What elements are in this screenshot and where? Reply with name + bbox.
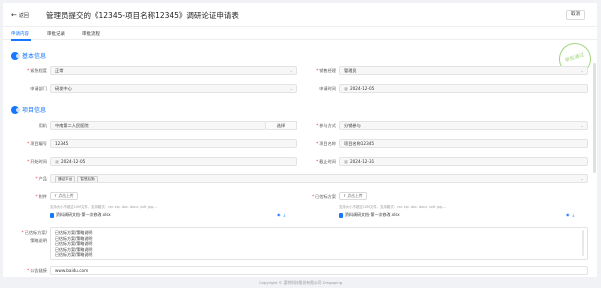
tab-application-content[interactable]: 申请内容	[11, 31, 29, 37]
calendar-icon: ▦	[55, 159, 59, 164]
tab-approval-flow[interactable]: 审批流程	[82, 31, 100, 37]
link-field[interactable]: www.baidu.com	[50, 266, 588, 275]
footer-copyright: Copyright © 惠特科技股份有限公司 Dingoping	[258, 280, 343, 285]
attach-label: *附件	[35, 194, 47, 199]
attach-hint: 支持大小不超过10M文件，支持格式：rar. zip. doc. docx. p…	[50, 205, 158, 209]
back-arrow-icon: ←	[11, 11, 17, 19]
section-basic-info: 基本信息	[11, 51, 46, 60]
page-scrollbar[interactable]	[593, 63, 596, 173]
section-title: 基本信息	[22, 53, 47, 60]
desc-label-line2: 策略说明	[30, 238, 47, 243]
code-field[interactable]: 12345	[50, 139, 297, 148]
join-label: *参与方式	[316, 123, 336, 128]
name-field[interactable]: 项目名称12345	[339, 139, 588, 148]
manager-label: *销售经理	[316, 68, 336, 73]
attach-file-actions: ◉ ⤓	[274, 212, 285, 217]
customer-field[interactable]: 中南第二人民医院	[50, 121, 266, 130]
attach-file[interactable]: 资料调研文档-第一次修改.xlsx	[50, 212, 111, 218]
section-project-info: 项目信息	[11, 105, 46, 114]
end-date-field[interactable]: ▦ 2024-12-31	[339, 157, 588, 166]
calendar-icon: ▦	[344, 86, 348, 91]
chevron-down-icon: ⌄	[580, 123, 584, 128]
section-icon	[11, 105, 20, 114]
chevron-down-icon: ⌄	[289, 68, 293, 73]
customer-label: 用机	[38, 123, 47, 128]
textarea-scrollbar[interactable]	[582, 230, 584, 256]
product-select[interactable]: 通证平台 智慧后勤 ⌄	[50, 174, 588, 183]
proposal-label: *已估标方案	[311, 194, 336, 199]
proposal-hint: 支持大小不超过10M文件，支持格式：rar. zip. doc. docx. p…	[339, 205, 447, 209]
cancel-button[interactable]: 取消	[566, 10, 585, 20]
strategy-textarea[interactable]: 已估标方案/策略说明 已估标方案/策略说明 已估标方案/策略说明 已估标方案/策…	[50, 227, 588, 260]
attach-upload-button[interactable]: ⇪ 点击上传	[50, 192, 78, 200]
file-icon	[50, 212, 54, 218]
back-button[interactable]: ← 返回	[11, 11, 29, 20]
preview-icon[interactable]: ◉	[566, 212, 570, 217]
start-date-field[interactable]: ▦ 2024-12-05	[50, 157, 297, 166]
preview-icon[interactable]: ◉	[277, 212, 281, 217]
manager-select[interactable]: 管理员 ⌄	[339, 66, 588, 75]
product-tag: 通证平台	[55, 176, 76, 182]
active-tab-indicator	[11, 39, 31, 41]
download-icon[interactable]: ⤓	[284, 212, 286, 217]
tab-approval-records[interactable]: 审批记录	[47, 31, 65, 37]
tab-bar: 申请内容 审批记录 审批流程	[3, 27, 597, 41]
dept-select[interactable]: 研发中心 ⌄	[50, 84, 297, 93]
file-icon	[339, 212, 343, 218]
join-select[interactable]: 分销参与 ⌄	[339, 121, 588, 130]
desc-label: *已估标方案/	[21, 230, 47, 235]
proposal-file-actions: ◉ ⤓	[563, 212, 574, 217]
chevron-down-icon: ⌄	[580, 68, 584, 73]
apply-date-field[interactable]: ▦ 2024-12-05	[339, 84, 588, 93]
section-icon	[11, 51, 20, 60]
dept-label: 申请部门	[30, 86, 47, 91]
code-label: *项目编号	[27, 141, 47, 146]
back-label: 返回	[18, 13, 29, 19]
download-icon[interactable]: ⤓	[573, 212, 575, 217]
product-tag: 智慧后勤	[77, 176, 98, 182]
page-title: 管理员提交的《12345-项目名称12345》调研论证申请表	[46, 11, 239, 20]
page-header: ← 返回 管理员提交的《12345-项目名称12345》调研论证申请表 取消	[3, 3, 597, 27]
chevron-down-icon: ⌄	[580, 176, 584, 181]
end-label: *截止时间	[316, 159, 336, 164]
urgency-select[interactable]: 正常 ⌄	[50, 66, 297, 75]
customer-select-button[interactable]: 选择	[266, 121, 297, 130]
section-title: 项目信息	[22, 107, 47, 114]
proposal-file[interactable]: 资料调研文档-第一次修改.xlsx	[339, 212, 400, 218]
product-label: *产品	[35, 176, 47, 181]
textarea-line: 已估标方案/策略说明	[55, 252, 93, 258]
application-page: ← 返回 管理员提交的《12345-项目名称12345》调研论证申请表 取消 申…	[3, 3, 597, 277]
name-label: *项目名称	[316, 141, 336, 146]
chevron-down-icon: ⌄	[289, 86, 293, 91]
link-label: *公告链接	[27, 268, 47, 273]
proposal-upload-button[interactable]: ⇪ 点击上传	[339, 192, 367, 200]
start-label: *开始时间	[27, 159, 47, 164]
urgency-label: *紧急程度	[27, 68, 47, 73]
apply-date-label: 申请时间	[319, 86, 336, 91]
calendar-icon: ▦	[344, 159, 348, 164]
